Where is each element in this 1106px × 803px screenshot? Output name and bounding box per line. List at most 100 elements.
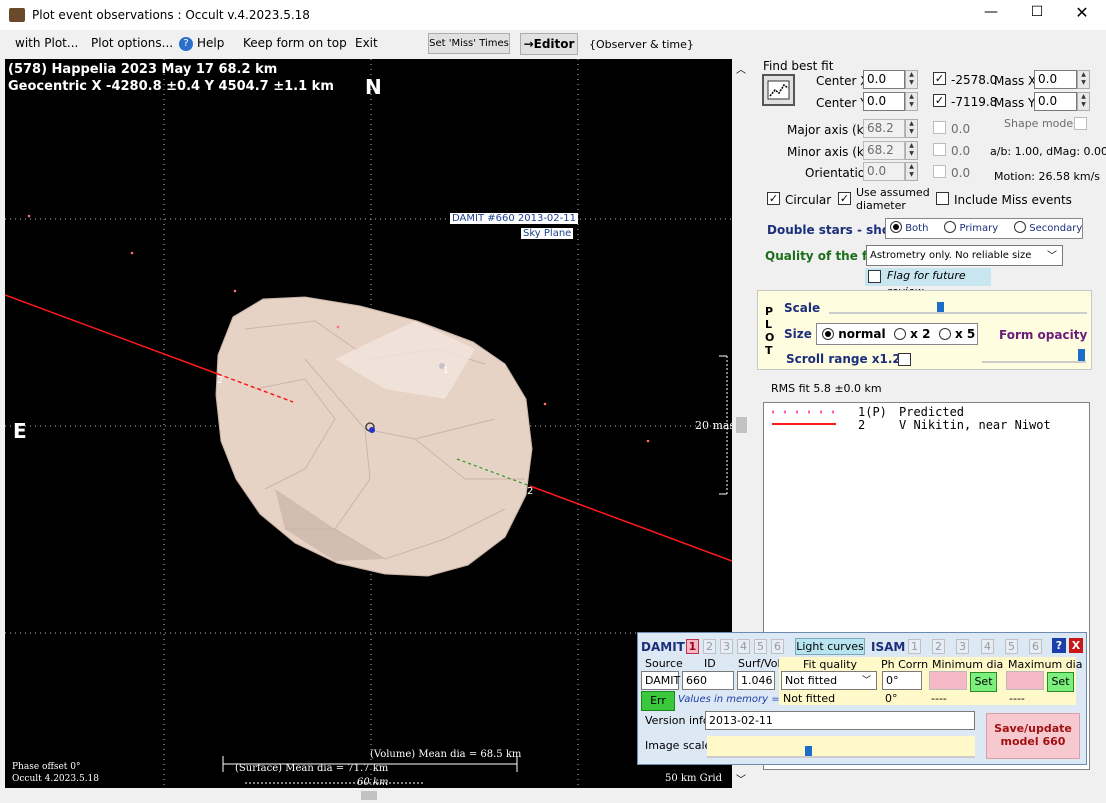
use-assumed-checkbox[interactable]: ✓: [838, 192, 851, 205]
primary-radio[interactable]: [944, 221, 957, 233]
flag-review-box[interactable]: Flag for future review: [865, 268, 991, 298]
orientation-spinner[interactable]: ▲ ▼: [905, 162, 918, 181]
y-value-checkbox[interactable]: ✓: [933, 94, 946, 107]
save-update-button[interactable]: Save/update model 660: [986, 713, 1080, 759]
plot-svg: [5, 59, 732, 788]
title-bar: Plot event observations : Occult v.4.202…: [0, 0, 1106, 31]
center-x-spinner[interactable]: ▲ ▼: [905, 70, 918, 89]
damit-tab-3[interactable]: 3: [720, 639, 733, 654]
save-update-label-2: model 660: [1000, 735, 1066, 748]
shape-model-checkbox[interactable]: [1074, 117, 1087, 130]
form-opacity-slider[interactable]: [982, 347, 1086, 363]
best-fit-button[interactable]: [762, 74, 795, 106]
size-normal-radio[interactable]: [822, 328, 834, 340]
center-y-spinner[interactable]: ▲ ▼: [905, 92, 918, 111]
isam-tab-4[interactable]: 4: [981, 639, 994, 654]
isam-tab-5[interactable]: 5: [1005, 639, 1018, 654]
major-axis-input[interactable]: 68.2: [863, 119, 905, 138]
observer-time-link[interactable]: {Observer & time}: [589, 38, 694, 51]
scale-slider-thumb[interactable]: [937, 302, 944, 312]
fit-quality-dropdown-icon[interactable]: ﹀: [862, 673, 871, 686]
mass-x-input[interactable]: 0.0: [1034, 70, 1077, 89]
size-x5-radio[interactable]: [938, 328, 951, 340]
damit-tab-4[interactable]: 4: [737, 639, 750, 654]
scroll-range-checkbox[interactable]: [898, 353, 911, 366]
damit-tab-2[interactable]: 2: [703, 639, 716, 654]
circular-label: Circular: [785, 193, 832, 207]
quality-fit-select[interactable]: Astrometry only. No reliable size: [866, 245, 1063, 266]
opacity-slider-thumb[interactable]: [1078, 349, 1085, 361]
min-dia-field[interactable]: [929, 671, 967, 690]
set-miss-times-button[interactable]: Set 'Miss' Times: [428, 33, 510, 54]
circular-checkbox[interactable]: ✓: [767, 192, 780, 205]
image-scale-slider[interactable]: [707, 736, 975, 758]
isam-tab-3[interactable]: 3: [956, 639, 969, 654]
minor-checkbox[interactable]: [933, 143, 946, 156]
secondary-radio[interactable]: [1014, 221, 1027, 233]
flag-review-checkbox[interactable]: [868, 270, 881, 283]
maximize-button[interactable]: ☐: [1022, 4, 1052, 26]
plot-canvas[interactable]: (578) Happelia 2023 May 17 68.2 km Geoce…: [5, 59, 732, 788]
mass-y-input[interactable]: 0.0: [1034, 92, 1077, 111]
min-dia-set-button[interactable]: Set: [970, 672, 997, 692]
isam-tab-2[interactable]: 2: [932, 639, 945, 654]
damit-close-button[interactable]: X: [1069, 638, 1083, 653]
use-assumed-label-1: Use assumed: [856, 186, 930, 199]
minor-axis-input[interactable]: 68.2: [863, 141, 905, 160]
max-dia-field[interactable]: [1006, 671, 1044, 690]
major-axis-spinner[interactable]: ▲ ▼: [905, 119, 918, 138]
include-miss-checkbox[interactable]: [936, 192, 949, 205]
center-y-input[interactable]: 0.0: [863, 92, 905, 111]
isam-label: ISAM: [871, 640, 906, 654]
mass-x-spinner[interactable]: ▲ ▼: [1077, 70, 1090, 89]
fit-chart-icon: [767, 80, 790, 100]
size-x2-label: x 2: [910, 327, 931, 341]
hscroll-thumb[interactable]: [361, 791, 377, 800]
minor-axis-spinner[interactable]: ▲ ▼: [905, 141, 918, 160]
close-button[interactable]: ✕: [1067, 3, 1097, 25]
center-x-input[interactable]: 0.0: [863, 70, 905, 89]
surf-vol-field[interactable]: 1.046: [737, 671, 775, 690]
scale-label: Scale: [784, 301, 821, 315]
both-radio[interactable]: [890, 221, 902, 233]
primary-label: Primary: [959, 223, 999, 234]
form-opacity-label: Form opacity: [999, 328, 1088, 342]
editor-button[interactable]: →Editor: [520, 33, 578, 55]
damit-tab-1[interactable]: 1: [686, 639, 699, 654]
orientation-checkbox[interactable]: [933, 165, 946, 178]
quality-dropdown-icon[interactable]: ﹀: [1047, 247, 1057, 262]
ph-corr-field[interactable]: 0°: [882, 671, 922, 690]
minor-delta: 0.0: [951, 144, 971, 158]
menu-keep-on-top[interactable]: Keep form on top: [243, 36, 347, 50]
image-scale-label: Image scale: [645, 739, 712, 752]
id-field[interactable]: 660: [682, 671, 734, 690]
major-checkbox[interactable]: [933, 121, 946, 134]
menu-plot-options[interactable]: Plot options...: [91, 36, 173, 50]
isam-tab-1[interactable]: 1: [908, 639, 921, 654]
light-curves-button[interactable]: Light curves: [795, 638, 865, 655]
orientation-input[interactable]: 0.0: [863, 162, 905, 181]
image-scale-thumb[interactable]: [805, 746, 812, 756]
scroll-up-icon[interactable]: ︿: [736, 61, 746, 76]
scale-slider[interactable]: [829, 300, 1087, 314]
x-value-checkbox[interactable]: ✓: [933, 72, 946, 85]
err-button[interactable]: Err: [641, 691, 675, 711]
surf-vol-label: Surf/Vol: [738, 657, 781, 670]
menu-help[interactable]: Help: [197, 36, 224, 50]
damit-tab-6[interactable]: 6: [771, 639, 784, 654]
plot-letter-p: P: [765, 305, 774, 318]
minimize-button[interactable]: —: [976, 4, 1006, 26]
damit-tab-5[interactable]: 5: [754, 639, 767, 654]
mass-y-spinner[interactable]: ▲ ▼: [1077, 92, 1090, 111]
scroll-down-icon[interactable]: ﹀: [736, 771, 746, 786]
horizontal-scrollbar[interactable]: [5, 788, 732, 803]
version-info-field[interactable]: 2013-02-11: [705, 711, 975, 730]
scroll-thumb[interactable]: [736, 417, 747, 433]
menu-exit[interactable]: Exit: [355, 36, 378, 50]
source-field[interactable]: DAMIT: [641, 671, 680, 690]
isam-tab-6[interactable]: 6: [1029, 639, 1042, 654]
max-dia-set-button[interactable]: Set: [1047, 672, 1074, 692]
menu-with-plot[interactable]: with Plot...: [15, 36, 78, 50]
help-button[interactable]: ?: [1052, 638, 1066, 653]
size-x2-radio[interactable]: [893, 328, 906, 340]
